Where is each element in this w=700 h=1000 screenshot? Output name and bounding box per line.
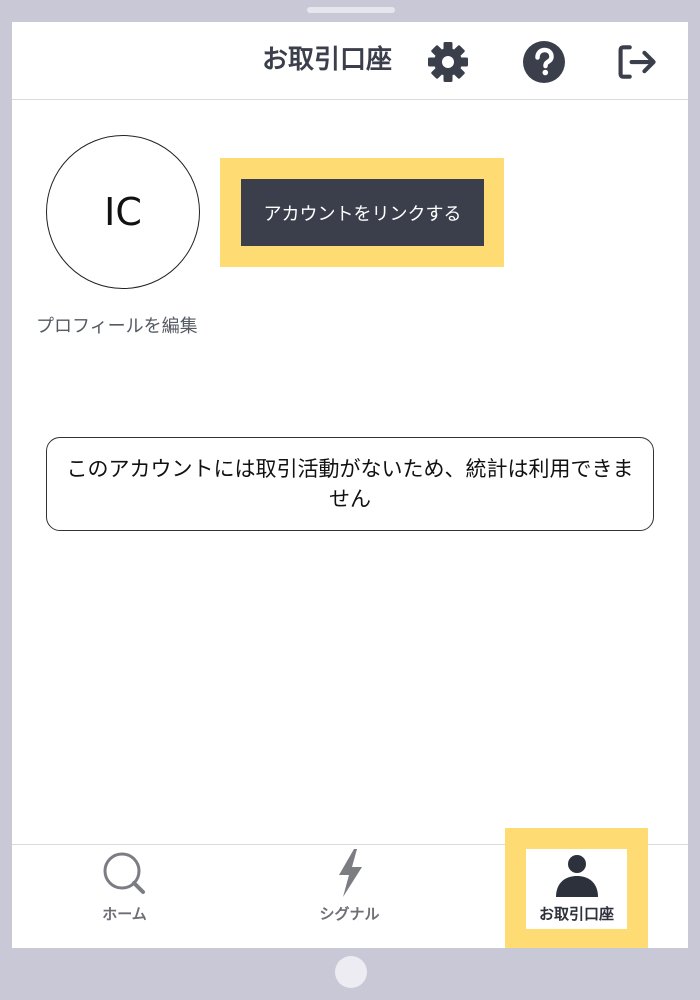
no-activity-notice: このアカウントには取引活動がないため、統計は利用できません [46, 437, 654, 531]
page-title: お取引口座 [262, 45, 393, 75]
logout-icon[interactable] [616, 40, 660, 84]
link-account-button[interactable]: アカウントをリンクする [241, 179, 484, 246]
tab-label: シグナル [319, 905, 380, 923]
header: お取引口座 [12, 22, 688, 100]
tab-label: お取引口座 [538, 905, 614, 923]
gear-icon[interactable] [426, 40, 470, 84]
tab-home[interactable]: ホーム [72, 845, 177, 948]
avatar[interactable]: IC [46, 135, 200, 289]
person-icon [555, 855, 598, 897]
app-screen: お取引口座 IC プロフィールを編集 アカウントをリンクする このアカウントには… [12, 22, 688, 948]
tab-label: ホーム [102, 905, 147, 923]
help-icon[interactable] [522, 40, 566, 84]
device-top-notch [307, 7, 395, 13]
edit-profile-link[interactable]: プロフィールを編集 [36, 312, 198, 338]
device-home-button[interactable] [335, 956, 367, 988]
tab-signal[interactable]: シグナル [297, 845, 402, 948]
bottom-tab-bar: ホーム シグナル お取引口座 [12, 828, 688, 948]
tab-account[interactable]: お取引口座 [526, 849, 627, 929]
tab-account-highlight: お取引口座 [505, 828, 648, 948]
lightning-icon [338, 849, 362, 897]
search-icon [103, 852, 145, 894]
notice-text: このアカウントには取引活動がないため、統計は利用できません [66, 457, 634, 511]
